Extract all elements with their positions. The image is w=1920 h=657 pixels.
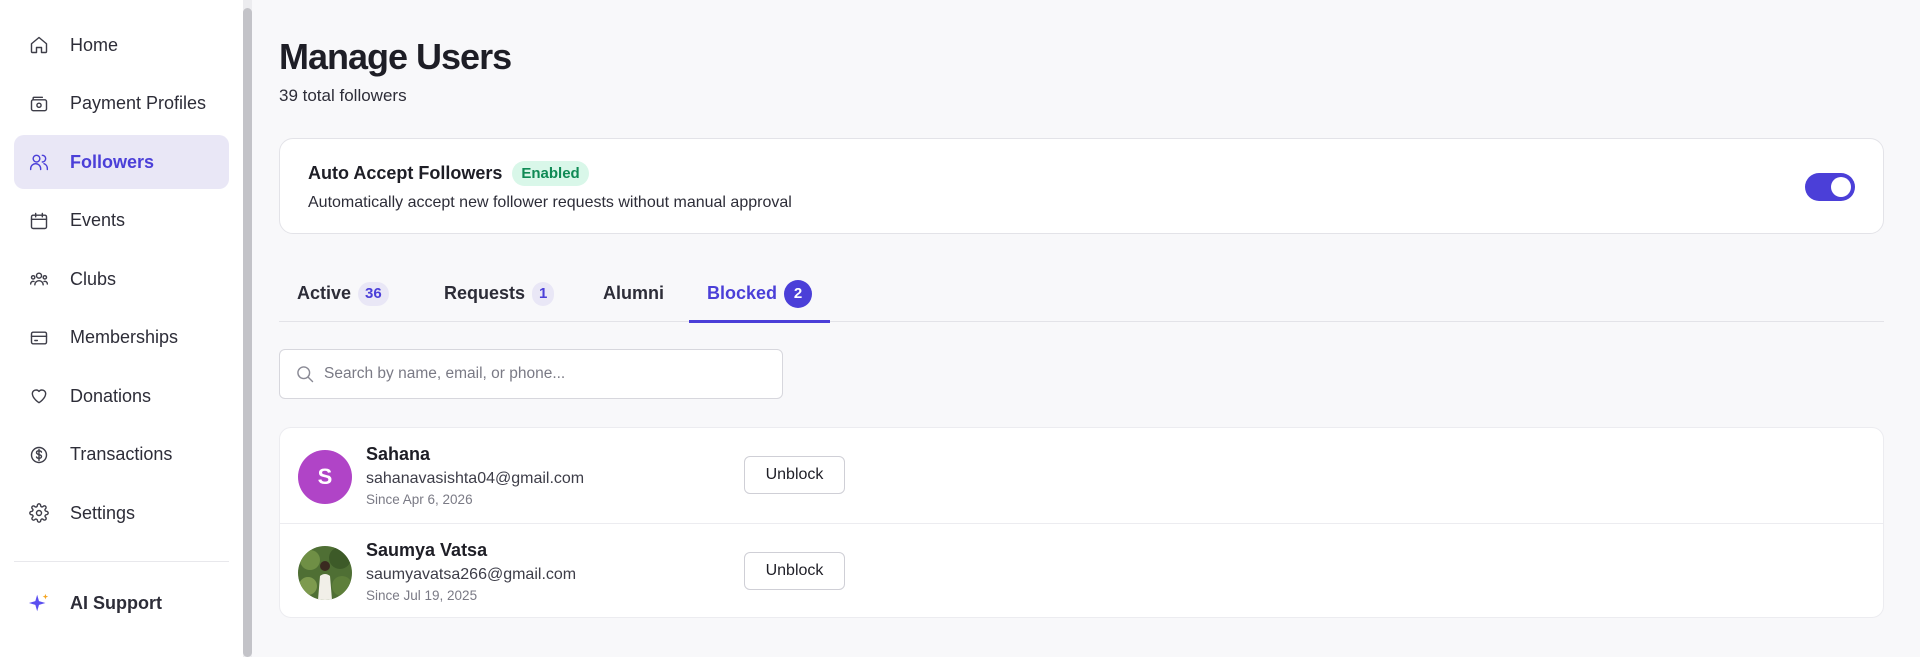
tab-label: Active [297,283,352,303]
tab-requests[interactable]: Requests 1 [444,266,555,321]
blocked-since: Since Jul 19, 2025 [366,588,478,603]
unblock-button[interactable]: Unblock [744,456,845,494]
follower-count: 39 total followers [279,86,407,105]
sidebar-scrollbar[interactable] [243,0,252,657]
heart-icon [28,385,50,407]
sidebar-item-memberships[interactable]: Memberships [14,311,229,365]
sidebar-item-followers[interactable]: Followers [14,135,229,189]
sidebar-nav: Home Payment Profiles Followers Events C… [14,18,229,545]
users-icon [28,151,50,173]
sidebar: Home Payment Profiles Followers Events C… [0,0,243,657]
sidebar-item-clubs[interactable]: Clubs [14,252,229,306]
calendar-icon [28,210,50,232]
sidebar-item-label: Home [70,34,119,55]
sidebar-item-label: Memberships [70,327,179,347]
avatar [298,546,352,600]
tab-label: Blocked [707,283,778,303]
tab-label: Alumni [603,283,664,303]
sidebar-item-label: Clubs [70,268,117,289]
sparkle-icon [28,592,50,614]
follower-tabs: Active 36 Requests 1 Alumni Blocked 2 [279,266,1884,323]
card-icon [28,327,50,349]
toggle-knob [1831,177,1851,197]
sidebar-item-label: Donations [70,385,152,406]
avatar: S [298,450,352,504]
sidebar-item-label: Followers [70,151,155,172]
sidebar-item-label: Settings [70,502,136,523]
tab-count: 1 [532,281,555,306]
ai-support-label: AI Support [70,592,162,613]
wallet-icon [28,93,50,115]
sidebar-scrollbar-thumb[interactable] [243,8,252,657]
unblock-button[interactable]: Unblock [744,552,845,590]
sidebar-item-settings[interactable]: Settings [14,486,229,540]
sidebar-divider [14,561,229,562]
sidebar-item-label: Transactions [70,444,173,464]
blocked-since: Since Apr 6, 2026 [366,492,473,507]
table-row: S Sahana sahanavasishta04@gmail.com Sinc… [280,428,1883,523]
user-email: sahanavasishta04@gmail.com [366,470,585,487]
sidebar-item-label: Payment Profiles [70,93,207,113]
home-icon [28,34,50,56]
tab-count: 2 [784,279,813,308]
tab-active[interactable]: Active 36 [297,266,389,321]
auto-accept-toggle[interactable] [1805,173,1855,201]
gear-icon [28,502,50,524]
user-name: Saumya Vatsa [366,540,488,560]
tab-label: Requests [444,283,526,303]
dollar-circle-icon [28,444,50,466]
tab-alumni[interactable]: Alumni [603,266,664,321]
sidebar-item-events[interactable]: Events [14,194,229,248]
sidebar-item-ai-support[interactable]: AI Support [28,592,162,614]
user-name: Sahana [366,444,431,464]
avatar-photo [298,546,352,600]
sidebar-item-label: Events [70,210,126,230]
table-row: Saumya Vatsa saumyavatsa266@gmail.com Si… [280,523,1883,618]
search-input[interactable] [324,350,764,398]
user-email: saumyavatsa266@gmail.com [366,566,577,583]
tab-count: 36 [358,281,389,306]
tab-blocked[interactable]: Blocked 2 [689,266,831,323]
status-badge: Enabled [512,161,589,186]
auto-accept-description: Automatically accept new follower reques… [308,194,792,211]
sidebar-item-home[interactable]: Home [14,18,229,72]
page-title: Manage Users [279,36,512,77]
active-tab-indicator [689,320,831,323]
sidebar-item-transactions[interactable]: Transactions [14,428,229,482]
sidebar-item-payment-profiles[interactable]: Payment Profiles [14,77,229,131]
sidebar-item-donations[interactable]: Donations [14,369,229,423]
blocked-users-list: S Sahana sahanavasishta04@gmail.com Sinc… [279,427,1884,618]
search-icon [295,364,317,386]
auto-accept-title-row: Auto Accept Followers Enabled [308,161,589,186]
auto-accept-title: Auto Accept Followers [308,163,503,183]
search-box [279,349,783,399]
group-icon [28,268,50,290]
auto-accept-card: Auto Accept Followers Enabled Automatica… [279,138,1884,234]
